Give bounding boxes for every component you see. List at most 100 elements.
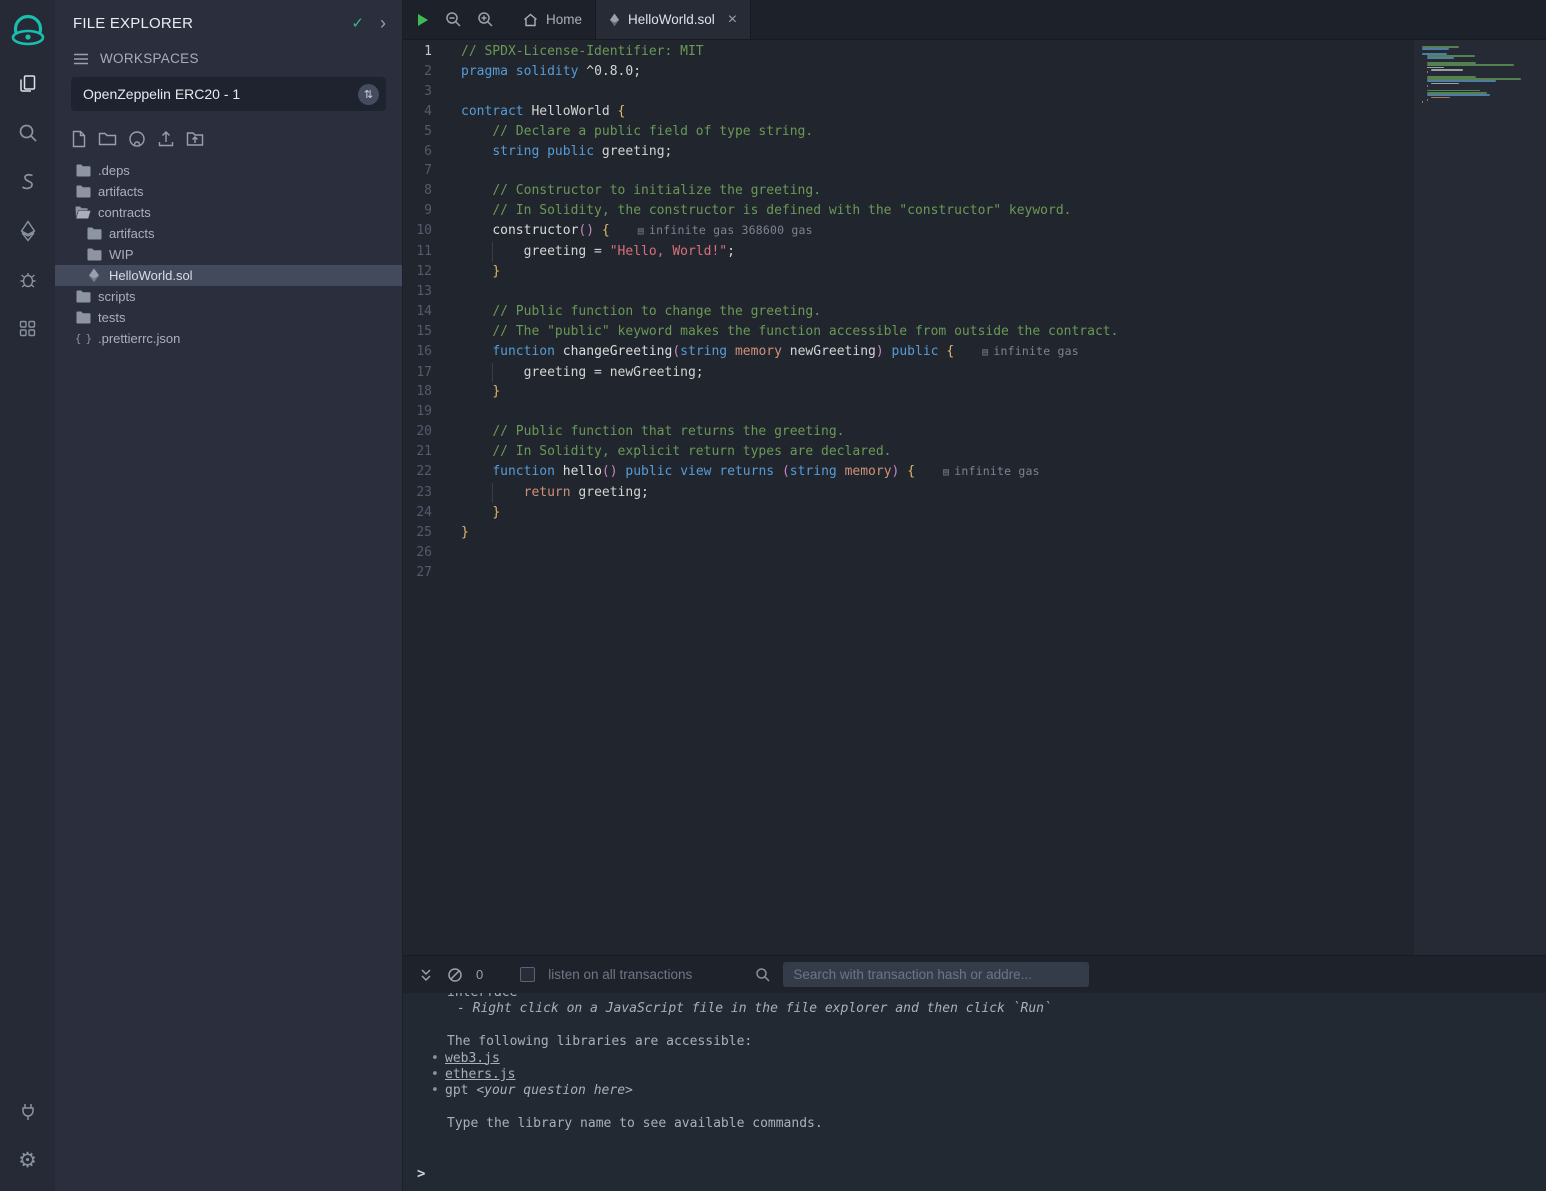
code-line-10[interactable]: 10 constructor() {▤infinite gas 368600 g…: [403, 221, 1546, 242]
line-number: 22: [403, 462, 461, 483]
code-line-15[interactable]: 15 // The "public" keyword makes the fun…: [403, 322, 1546, 342]
line-number: 14: [403, 302, 461, 322]
code-line-25[interactable]: 25}: [403, 523, 1546, 543]
plugin-manager-button[interactable]: [0, 1087, 55, 1136]
code-line-11[interactable]: 11 greeting = "Hello, World!";: [403, 242, 1546, 262]
solidity-compiler-button[interactable]: [0, 157, 55, 206]
line-number: 27: [403, 563, 461, 583]
run-button[interactable]: [416, 13, 430, 27]
code-line-27[interactable]: 27: [403, 563, 1546, 583]
chevron-right-icon[interactable]: ›: [380, 17, 386, 29]
terminal-search-input[interactable]: [783, 962, 1089, 987]
bullet-icon: •: [431, 1083, 445, 1099]
tab-home[interactable]: Home: [510, 0, 596, 39]
file-explorer-toolbar: [55, 120, 402, 155]
code-line-7[interactable]: 7: [403, 161, 1546, 181]
code-line-21[interactable]: 21 // In Solidity, explicit return types…: [403, 442, 1546, 462]
remix-logo[interactable]: [0, 5, 55, 59]
terminal-prompt[interactable]: >: [403, 1166, 1546, 1191]
code-line-13[interactable]: 13: [403, 282, 1546, 302]
code-line-5[interactable]: 5 // Declare a public field of type stri…: [403, 122, 1546, 142]
code-line-16[interactable]: 16 function changeGreeting(string memory…: [403, 342, 1546, 363]
workspace-selector[interactable]: OpenZeppelin ERC20 - 1 ⇅: [71, 77, 386, 111]
terminal-line: - Right click on a JavaScript file in th…: [447, 1001, 1526, 1017]
clear-console-icon[interactable]: [447, 967, 463, 983]
tree-item-scripts[interactable]: scripts: [55, 286, 402, 307]
terminal-link[interactable]: web3.js: [445, 1051, 500, 1066]
settings-button[interactable]: ⚙: [0, 1136, 55, 1185]
code-line-23[interactable]: 23 return greeting;: [403, 483, 1546, 503]
code-line-26[interactable]: 26: [403, 543, 1546, 563]
tree-item--deps[interactable]: .deps: [55, 160, 402, 181]
code-line-19[interactable]: 19: [403, 402, 1546, 422]
plugins-icon: [18, 319, 37, 338]
hamburger-menu-icon[interactable]: [73, 53, 89, 65]
terminal-search-icon: [755, 967, 770, 982]
minimap[interactable]: [1414, 40, 1546, 955]
tree-item-tests[interactable]: tests: [55, 307, 402, 328]
solidity-file-icon: [609, 13, 620, 27]
line-number: 16: [403, 342, 461, 363]
deploy-run-button[interactable]: [0, 206, 55, 255]
terminal-line: Type the library name to see available c…: [447, 1116, 1526, 1132]
code-line-2[interactable]: 2pragma solidity ^0.8.0;: [403, 62, 1546, 82]
tree-item--prettierrc-json[interactable]: { }.prettierrc.json: [55, 328, 402, 349]
tree-item-contracts[interactable]: contracts: [55, 202, 402, 223]
line-number: 15: [403, 322, 461, 342]
indent-guide: [492, 242, 493, 262]
code-editor[interactable]: 1// SPDX-License-Identifier: MIT2pragma …: [403, 40, 1546, 955]
indent-guide: [492, 363, 493, 383]
code-line-6[interactable]: 6 string public greeting;: [403, 142, 1546, 162]
tree-item-wip[interactable]: WIP: [55, 244, 402, 265]
code-line-20[interactable]: 20 // Public function that returns the g…: [403, 422, 1546, 442]
gas-estimate-badge[interactable]: ▤infinite gas: [943, 464, 1040, 478]
terminal-link[interactable]: ethers.js: [445, 1067, 515, 1082]
search-button[interactable]: [0, 108, 55, 157]
code-line-24[interactable]: 24 }: [403, 503, 1546, 523]
new-file-icon[interactable]: [71, 130, 87, 148]
code-line-18[interactable]: 18 }: [403, 382, 1546, 402]
zoom-in-icon[interactable]: [477, 11, 494, 28]
file-explorer-button[interactable]: [0, 59, 55, 108]
line-number: 11: [403, 242, 461, 262]
code-area[interactable]: 1// SPDX-License-Identifier: MIT2pragma …: [403, 40, 1546, 955]
editor-tab-bar: Home HelloWorld.sol ×: [403, 0, 1546, 40]
close-tab-icon[interactable]: ×: [728, 14, 737, 26]
code-line-4[interactable]: 4contract HelloWorld {: [403, 102, 1546, 122]
code-line-22[interactable]: 22 function hello() public view returns …: [403, 462, 1546, 483]
file-tree: .depsartifactscontractsartifactsWIPHello…: [55, 160, 402, 349]
code-line-12[interactable]: 12 }: [403, 262, 1546, 282]
gas-estimate-badge[interactable]: ▤infinite gas: [982, 344, 1079, 358]
tab-helloworld-sol[interactable]: HelloWorld.sol ×: [596, 0, 751, 39]
check-icon[interactable]: ✓: [351, 14, 364, 32]
code-line-1[interactable]: 1// SPDX-License-Identifier: MIT: [403, 42, 1546, 62]
line-number: 25: [403, 523, 461, 543]
gas-estimate-badge[interactable]: ▤infinite gas 368600 gas: [638, 223, 813, 237]
new-folder-icon[interactable]: [98, 131, 117, 147]
workspace-dropdown-icon[interactable]: ⇅: [358, 84, 379, 105]
expand-terminal-icon[interactable]: [418, 968, 434, 982]
upload-file-icon[interactable]: [157, 130, 175, 148]
file-explorer-icon: [17, 73, 38, 94]
terminal-line: [447, 1018, 1526, 1034]
plugins-button[interactable]: [0, 304, 55, 353]
zoom-out-icon[interactable]: [445, 11, 462, 28]
terminal-line: [447, 1100, 1526, 1116]
code-line-14[interactable]: 14 // Public function to change the gree…: [403, 302, 1546, 322]
code-line-17[interactable]: 17 greeting = newGreeting;: [403, 363, 1546, 383]
debugger-button[interactable]: [0, 255, 55, 304]
tree-item-artifacts[interactable]: artifacts: [55, 181, 402, 202]
import-folder-icon[interactable]: [186, 131, 204, 147]
tree-item-helloworld-sol[interactable]: HelloWorld.sol: [55, 265, 402, 286]
folder-icon: [75, 185, 91, 198]
tree-item-artifacts[interactable]: artifacts: [55, 223, 402, 244]
code-line-9[interactable]: 9 // In Solidity, the constructor is def…: [403, 201, 1546, 221]
github-icon[interactable]: [128, 130, 146, 148]
listen-transactions-checkbox[interactable]: [520, 967, 535, 982]
code-line-8[interactable]: 8 // Constructor to initialize the greet…: [403, 181, 1546, 201]
folder-open-icon: [75, 206, 91, 219]
code-line-3[interactable]: 3: [403, 82, 1546, 102]
terminal-output[interactable]: interface- Right click on a JavaScript f…: [403, 993, 1546, 1191]
tab-label: HelloWorld.sol: [628, 12, 715, 27]
line-number: 12: [403, 262, 461, 282]
